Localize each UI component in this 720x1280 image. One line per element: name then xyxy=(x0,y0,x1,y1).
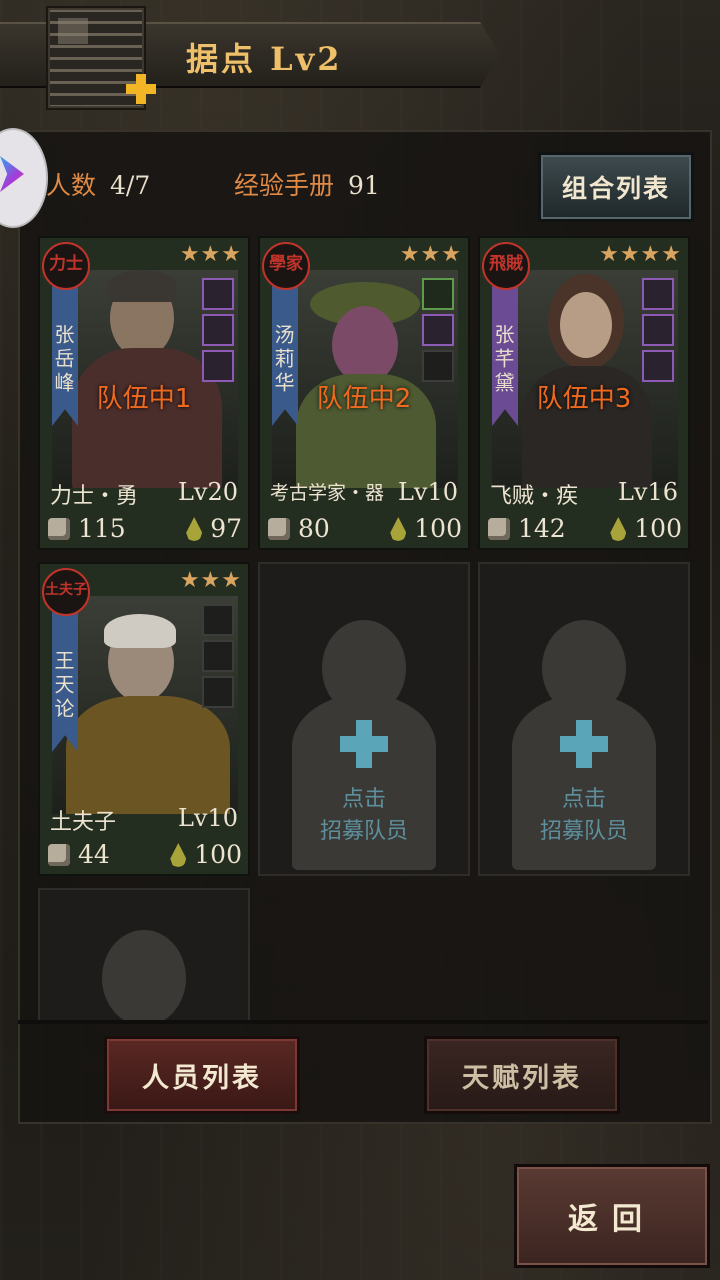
fist-icon xyxy=(268,518,290,540)
character-class-title: 飞贼・疾 xyxy=(490,484,579,509)
tab-member-list[interactable]: 人员列表 xyxy=(104,1036,300,1114)
fist-icon xyxy=(488,518,510,540)
stamina-value: 100 xyxy=(414,514,462,543)
recruit-slot[interactable]: 点击 招募队员 xyxy=(478,562,690,876)
portrait-body xyxy=(72,348,222,488)
stamina-stat: 100 xyxy=(390,514,462,543)
divider xyxy=(18,1020,708,1024)
character-card-2[interactable]: 學家 ★★★ 汤莉华 队伍中2 考古学家・器 Lv10 80 100 xyxy=(258,236,470,550)
upgrade-plus-icon[interactable] xyxy=(126,74,156,104)
recruit-label-line1: 点击 xyxy=(341,787,386,812)
team-status: 队伍中3 xyxy=(536,384,632,414)
power-value: 115 xyxy=(78,514,126,543)
equip-slot-icon[interactable] xyxy=(642,278,674,310)
fist-icon xyxy=(48,518,70,540)
equipment-slots xyxy=(642,278,676,382)
stamina-value: 100 xyxy=(634,514,682,543)
tab-talent-list[interactable]: 天赋列表 xyxy=(424,1036,620,1114)
power-value: 44 xyxy=(78,840,110,869)
power-stat: 44 xyxy=(48,840,110,869)
character-level: Lv20 xyxy=(177,478,238,506)
member-count-value: 4/7 xyxy=(110,171,151,200)
page-title: 据点 Lv2 xyxy=(186,40,343,78)
character-class-title: 考古学家・器 xyxy=(270,482,385,504)
equip-slot-icon[interactable] xyxy=(422,314,454,346)
white-hair xyxy=(104,614,176,648)
equip-slot-icon[interactable] xyxy=(422,278,454,310)
class-badge: 飛賊 xyxy=(482,242,530,290)
exp-manual: 经验手册 91 xyxy=(234,166,380,202)
equip-slot-icon[interactable] xyxy=(642,314,674,346)
character-name: 王天论 xyxy=(52,612,78,752)
class-badge: 學家 xyxy=(262,242,310,290)
member-count: 人数 4/7 xyxy=(46,166,150,202)
star-rating: ★★★★ xyxy=(599,242,682,267)
character-card-1[interactable]: 力士 ★★★ 张岳峰 队伍中1 力士・勇 Lv20 115 97 xyxy=(38,236,250,550)
power-stat: 115 xyxy=(48,514,126,543)
portrait-body xyxy=(66,696,230,814)
stamina-stat: 97 xyxy=(186,514,242,543)
locked-slot xyxy=(38,888,250,1022)
character-level: Lv10 xyxy=(177,804,238,832)
recruit-slot[interactable]: 点击 招募队员 xyxy=(258,562,470,876)
recruit-label-line2: 招募队员 xyxy=(539,819,628,844)
recruit-label-line2: 招募队员 xyxy=(319,819,408,844)
team-status: 队伍中2 xyxy=(316,384,412,414)
beanie xyxy=(108,270,176,302)
fist-icon xyxy=(48,844,70,866)
stamina-stat: 100 xyxy=(170,840,242,869)
power-stat: 80 xyxy=(268,514,330,543)
drop-icon xyxy=(186,517,203,541)
stamina-value: 100 xyxy=(194,840,242,869)
equip-slot-icon[interactable] xyxy=(202,604,234,636)
equip-slot-icon[interactable] xyxy=(202,676,234,708)
drop-icon xyxy=(390,517,407,541)
recruit-label-line1: 点击 xyxy=(561,787,606,812)
class-badge: 力士 xyxy=(42,242,90,290)
exp-manual-label: 经验手册 xyxy=(234,171,335,200)
character-level: Lv16 xyxy=(617,478,678,506)
character-card-3[interactable]: 飛賊 ★★★★ 张芊黛 队伍中3 飞贼・疾 Lv16 142 100 xyxy=(478,236,690,550)
drop-icon xyxy=(170,843,187,867)
exp-manual-value: 91 xyxy=(348,171,380,200)
portrait-head xyxy=(332,306,398,384)
character-class-title: 力士・勇 xyxy=(50,484,139,509)
character-card-4[interactable]: 土夫子 ★★★ 王天论 土夫子 Lv10 44 100 xyxy=(38,562,250,876)
portrait-head xyxy=(560,292,612,358)
star-rating: ★★★ xyxy=(399,242,462,267)
team-status: 队伍中1 xyxy=(96,384,192,414)
equip-slot-icon[interactable] xyxy=(202,278,234,310)
power-stat: 142 xyxy=(488,514,566,543)
character-level: Lv10 xyxy=(397,478,458,506)
header: 据点 Lv2 xyxy=(0,0,720,110)
drop-icon xyxy=(610,517,627,541)
equip-slot-icon[interactable] xyxy=(202,640,234,672)
recruit-label: 点击 招募队员 xyxy=(260,784,468,848)
recruit-label: 点击 招募队员 xyxy=(480,784,688,848)
star-rating: ★★★ xyxy=(179,242,242,267)
star-rating: ★★★ xyxy=(179,568,242,593)
equipment-slots xyxy=(202,278,236,382)
recruit-plus-icon[interactable] xyxy=(340,720,388,768)
equipment-slots xyxy=(202,604,236,708)
power-value: 142 xyxy=(518,514,566,543)
back-button[interactable]: 返回 xyxy=(514,1164,710,1268)
stamina-value: 97 xyxy=(210,514,242,543)
equipment-slots xyxy=(422,278,456,382)
stamina-stat: 100 xyxy=(610,514,682,543)
recruit-plus-icon[interactable] xyxy=(560,720,608,768)
equip-slot-icon[interactable] xyxy=(202,314,234,346)
silhouette-head xyxy=(102,930,186,1020)
class-badge: 土夫子 xyxy=(42,568,90,616)
character-class-title: 土夫子 xyxy=(50,810,117,835)
combo-list-button[interactable]: 组合列表 xyxy=(538,152,694,222)
member-count-label: 人数 xyxy=(46,171,97,200)
power-value: 80 xyxy=(298,514,330,543)
